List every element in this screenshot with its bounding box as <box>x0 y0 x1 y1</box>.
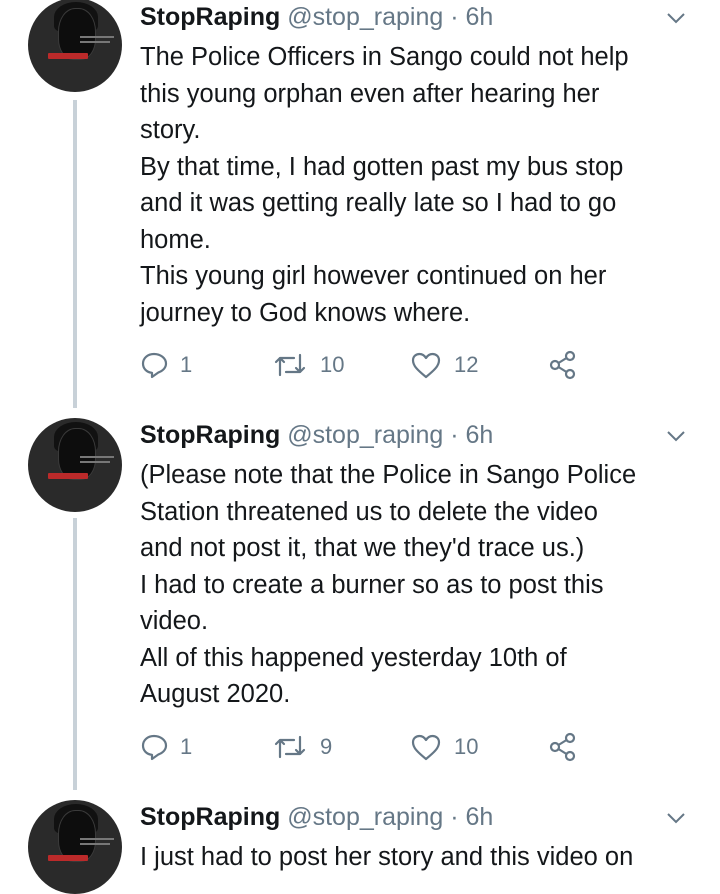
like-button[interactable]: 12 <box>410 350 478 380</box>
tweet-header: StopRaping @stop_raping · 6h <box>140 3 494 31</box>
retweet-icon <box>274 735 306 759</box>
timestamp[interactable]: 6h <box>465 3 493 31</box>
reply-count: 1 <box>180 352 193 377</box>
share-icon <box>549 350 576 380</box>
share-icon <box>549 732 576 762</box>
share-button[interactable] <box>548 350 578 380</box>
reply-icon <box>141 352 168 379</box>
like-button[interactable]: 10 <box>410 732 478 762</box>
timestamp[interactable]: 6h <box>465 803 493 831</box>
timestamp[interactable]: 6h <box>465 421 493 449</box>
share-button[interactable] <box>548 732 578 762</box>
chevron-down-icon[interactable] <box>666 430 686 442</box>
display-name[interactable]: StopRaping <box>140 3 280 31</box>
display-name[interactable]: StopRaping <box>140 803 280 831</box>
display-name[interactable]: StopRaping <box>140 421 280 449</box>
chevron-down-icon[interactable] <box>666 812 686 824</box>
user-handle[interactable]: @stop_raping <box>287 3 443 31</box>
user-handle[interactable]: @stop_raping <box>287 421 443 449</box>
user-handle[interactable]: @stop_raping <box>287 803 443 831</box>
retweet-button[interactable]: 9 <box>272 732 332 762</box>
tweet-text: I just had to post her story and this vi… <box>140 843 634 871</box>
retweet-count: 10 <box>320 352 345 377</box>
reply-button[interactable]: 1 <box>140 350 192 380</box>
retweet-button[interactable]: 10 <box>272 350 344 380</box>
like-icon <box>411 734 441 761</box>
avatar[interactable] <box>28 418 122 512</box>
tweet-text: (Please note that the Police in Sango Po… <box>140 461 637 708</box>
chevron-down-icon[interactable] <box>666 12 686 24</box>
thread-line <box>73 518 77 790</box>
tweet-header: StopRaping @stop_raping · 6h <box>140 803 494 831</box>
like-count: 10 <box>454 734 479 759</box>
thread-line <box>73 100 77 408</box>
like-count: 12 <box>454 352 479 377</box>
like-icon <box>411 352 441 379</box>
avatar[interactable] <box>28 0 122 92</box>
reply-icon <box>141 734 168 761</box>
tweet-header: StopRaping @stop_raping · 6h <box>140 421 494 449</box>
tweet-text: The Police Officers in Sango could not h… <box>140 43 629 327</box>
retweet-count: 9 <box>320 734 333 759</box>
reply-button[interactable]: 1 <box>140 732 192 762</box>
avatar[interactable] <box>28 800 122 894</box>
reply-count: 1 <box>180 734 193 759</box>
retweet-icon <box>274 353 306 377</box>
